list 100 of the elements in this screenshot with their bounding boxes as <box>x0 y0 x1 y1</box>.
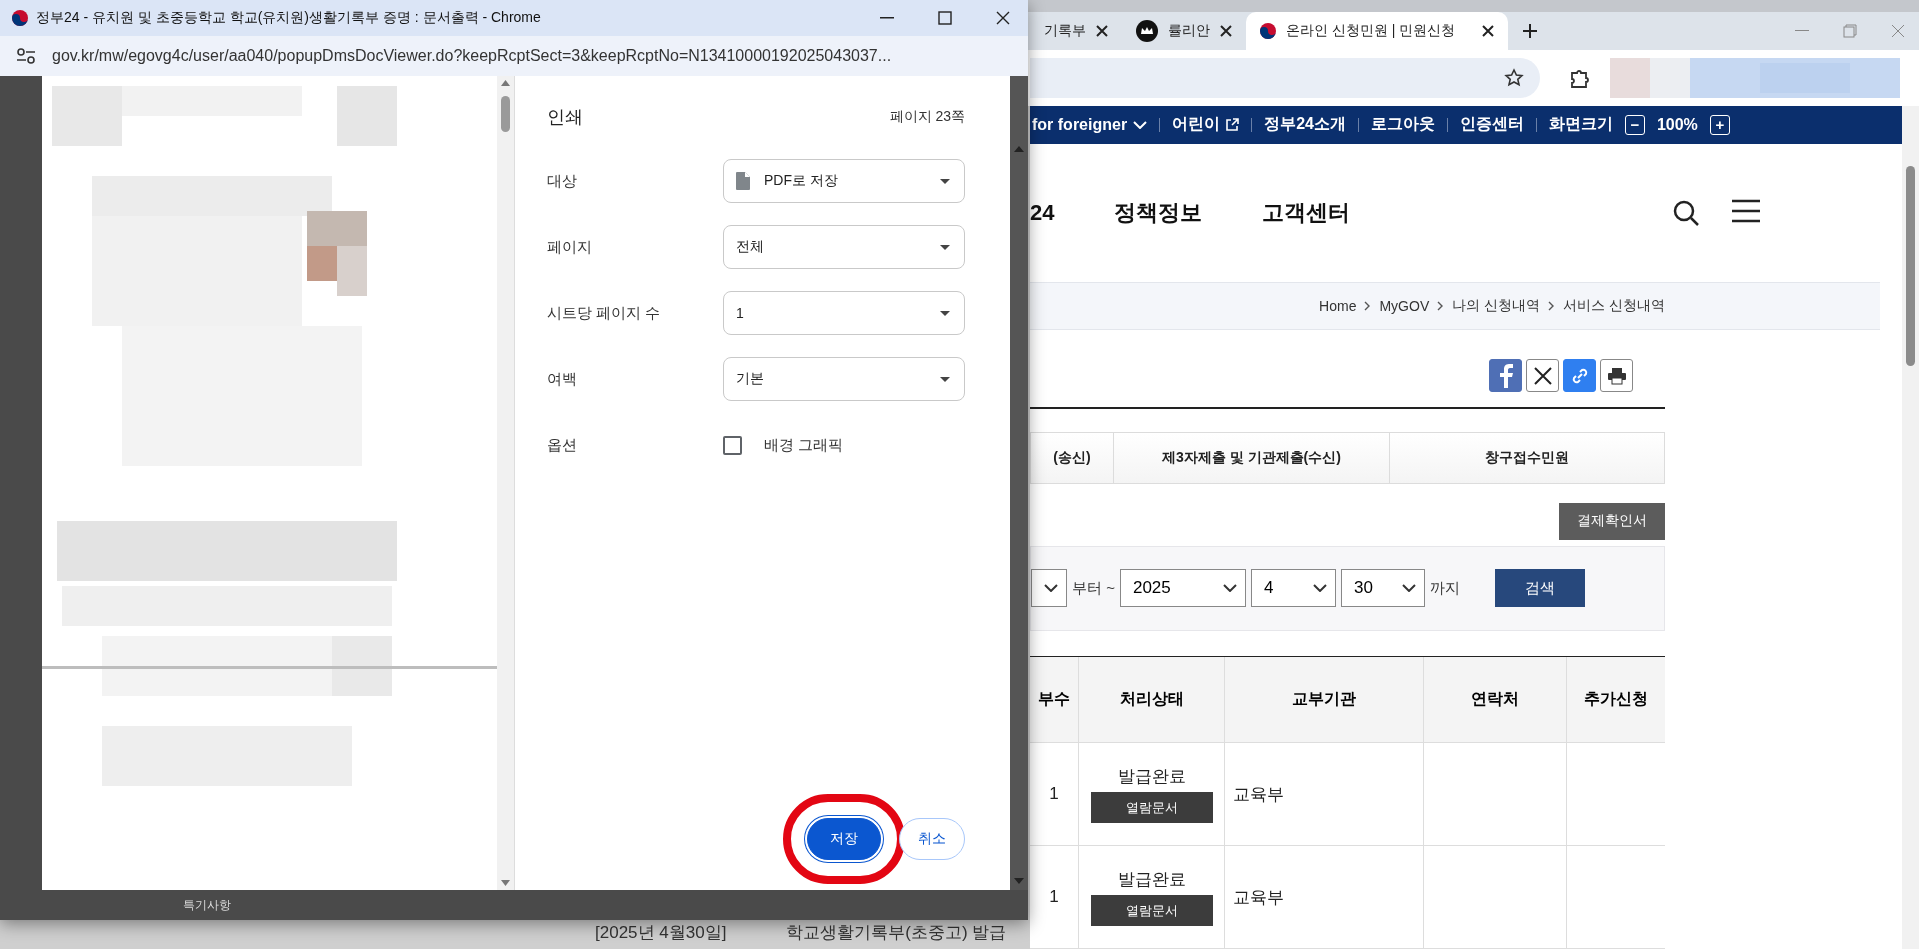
close-icon[interactable] <box>1482 25 1494 37</box>
setting-select[interactable]: 기본 <box>723 357 965 401</box>
cancel-button[interactable]: 취소 <box>899 818 965 860</box>
caret-icon <box>940 376 950 382</box>
zoom-out-button[interactable]: − <box>1624 114 1645 135</box>
close-icon[interactable] <box>1220 25 1232 37</box>
puzzle-icon[interactable] <box>1570 67 1590 89</box>
x-icon <box>1533 366 1552 385</box>
flag-icon <box>12 10 28 27</box>
setting-select[interactable]: 1 <box>723 291 965 335</box>
view-document-button[interactable]: 열람문서 <box>1090 895 1213 926</box>
setting-label: 시트당 페이지 수 <box>547 303 662 323</box>
behind-text: 특기사항 <box>183 896 231 914</box>
top-link[interactable]: 어린이 <box>1172 114 1240 136</box>
facebook-button[interactable] <box>1489 359 1522 393</box>
caret-icon <box>1222 584 1237 593</box>
browser-tab[interactable]: 기록부 <box>1030 12 1122 50</box>
close-icon[interactable] <box>996 11 1010 26</box>
top-link[interactable]: 정부24소개 <box>1264 114 1346 136</box>
scrollbar[interactable] <box>1902 106 1919 949</box>
star-icon[interactable] <box>1504 68 1524 88</box>
chevron-icon <box>1437 300 1445 311</box>
menu-item[interactable]: 24 <box>1030 200 1055 227</box>
x-share-button[interactable] <box>1526 359 1559 393</box>
browser-tab[interactable]: 온라인 신청민원 | 민원신청 <box>1246 12 1508 50</box>
column-header: 추가신청 <box>1566 657 1665 743</box>
window-title: 정부24 - 유치원 및 초중등학교 학교(유치원)생활기록부 증명 : 문서출력 - Chrome <box>36 9 541 28</box>
column-header: 부수 <box>1030 657 1078 743</box>
caret-icon <box>1044 584 1058 593</box>
column-header: 교부기관 <box>1224 657 1423 743</box>
zoom-label: 화면크기 <box>1548 114 1613 135</box>
checkbox[interactable] <box>723 435 742 455</box>
section-tab[interactable]: 창구접수민원 <box>1389 433 1664 483</box>
down-arrow-icon <box>1014 878 1024 884</box>
breadcrumb-link[interactable]: 서비스 신청내역 <box>1563 296 1665 315</box>
caret-icon <box>1133 120 1148 129</box>
down-arrow-icon <box>501 880 510 886</box>
view-document-button[interactable]: 열람문서 <box>1090 792 1213 823</box>
top-link[interactable]: 로그아웃 <box>1370 114 1435 136</box>
caret-icon <box>940 310 950 316</box>
facebook-icon <box>1498 363 1513 388</box>
link-icon <box>1570 366 1589 385</box>
print-button[interactable] <box>1600 359 1633 393</box>
page-count: 페이지 23쪽 <box>889 108 965 126</box>
setting-label: 옵션 <box>547 435 578 455</box>
print-heading: 인쇄 <box>547 106 583 129</box>
close-icon[interactable] <box>1096 25 1108 37</box>
minimize-icon[interactable] <box>880 17 894 20</box>
breadcrumb-link[interactable]: Home <box>1319 297 1357 314</box>
printer-icon <box>1606 366 1627 385</box>
caret-icon <box>1312 584 1327 593</box>
start-day-select[interactable] <box>1031 569 1067 608</box>
scrollbar-thumb[interactable] <box>1906 166 1915 366</box>
up-arrow-icon <box>1014 146 1024 152</box>
column-header: 연락처 <box>1423 657 1566 743</box>
up-arrow-icon <box>501 80 510 86</box>
top-link[interactable]: 인증센터 <box>1459 114 1524 136</box>
scrollbar[interactable] <box>497 76 514 890</box>
search-icon[interactable] <box>1672 199 1700 228</box>
day-select[interactable]: 30 <box>1340 569 1425 608</box>
file-icon <box>736 172 750 190</box>
link-button[interactable] <box>1563 359 1596 393</box>
plus-icon[interactable] <box>1522 23 1538 39</box>
table-cell-text: 교육부 <box>1233 886 1284 909</box>
year-select[interactable]: 2025 <box>1119 569 1246 608</box>
setting-label: 여백 <box>547 369 578 389</box>
section-tab[interactable]: 제3자제출 및 기관제출(수신) <box>1113 433 1389 483</box>
caret-icon <box>940 178 950 184</box>
checkbox-label: 배경 그래픽 <box>764 435 844 455</box>
setting-select[interactable]: 전체 <box>723 225 965 269</box>
column-header: 처리상태 <box>1078 657 1224 743</box>
url-text[interactable]: gov.kr/mw/egovg4c/user/aa040/popupDmsDocViewer.do?keepRcptSect=3&keepRcptNo=N13410000192025043037... <box>52 47 892 66</box>
status-text: 발급완료 <box>1117 869 1186 891</box>
site-settings-icon[interactable] <box>16 48 36 65</box>
breadcrumb-link[interactable]: MyGOV <box>1379 297 1430 314</box>
behind-text: [2025년 4월30일] <box>595 921 727 944</box>
table-cell-text: 교육부 <box>1233 783 1284 806</box>
status-text: 발급완료 <box>1117 766 1186 788</box>
caret-icon <box>1401 584 1416 593</box>
top-link[interactable]: for foreigner <box>1032 115 1148 134</box>
scrollbar-thumb[interactable] <box>501 96 510 132</box>
zoom-in-button[interactable]: + <box>1709 114 1730 135</box>
table-cell: 1 <box>1049 784 1059 804</box>
payment-confirmation-button[interactable]: 결제확인서 <box>1559 502 1665 540</box>
maximize-icon[interactable] <box>938 11 952 26</box>
chevron-icon <box>1548 300 1556 311</box>
menu-item[interactable]: 정책정보 <box>1114 198 1203 229</box>
menu-item[interactable]: 고객센터 <box>1262 198 1351 229</box>
table-cell: 1 <box>1049 887 1059 907</box>
external-link-icon <box>1226 118 1240 132</box>
browser-tab[interactable]: 률리안 <box>1122 12 1246 50</box>
search-button[interactable]: 검색 <box>1494 569 1585 608</box>
setting-select[interactable]: PDF로 저장 <box>723 159 965 203</box>
menu-icon[interactable] <box>1732 199 1760 224</box>
month-select[interactable]: 4 <box>1250 569 1336 608</box>
breadcrumb-link[interactable]: 나의 신청내역 <box>1452 296 1541 315</box>
crown-icon <box>1136 20 1158 42</box>
behind-text: 학교생활기록부(초중고) 발급 <box>786 921 1007 944</box>
scrollbar[interactable] <box>1010 76 1028 890</box>
zoom-value: 100% <box>1656 115 1698 134</box>
